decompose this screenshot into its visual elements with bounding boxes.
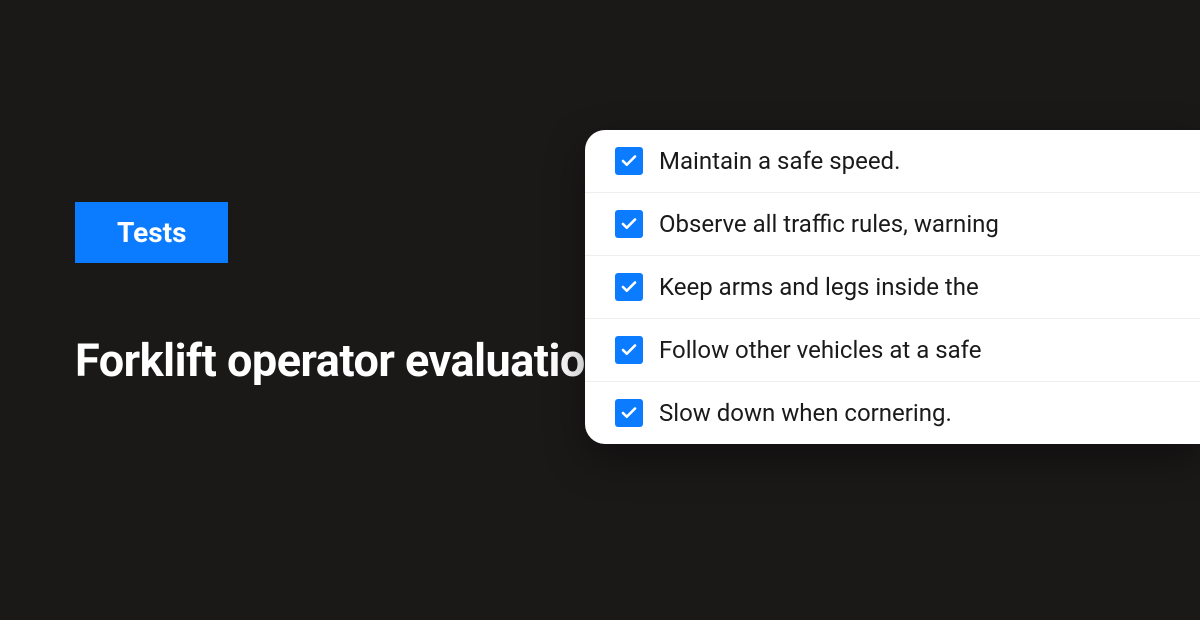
checklist-card: Maintain a safe speed. Observe all traff… [585, 130, 1200, 444]
checkbox[interactable] [615, 273, 643, 301]
checkbox[interactable] [615, 336, 643, 364]
checkbox[interactable] [615, 210, 643, 238]
check-icon [620, 404, 638, 422]
checkbox[interactable] [615, 399, 643, 427]
checklist-item[interactable]: Slow down when cornering. [585, 382, 1200, 444]
check-icon [620, 341, 638, 359]
badge-label: Tests [117, 216, 186, 249]
check-icon [620, 152, 638, 170]
item-label: Observe all traffic rules, warning [659, 210, 999, 238]
item-label: Slow down when cornering. [659, 399, 952, 427]
checklist-item[interactable]: Observe all traffic rules, warning [585, 193, 1200, 256]
category-badge: Tests [75, 202, 228, 263]
item-label: Follow other vehicles at a safe [659, 336, 981, 364]
checklist-item[interactable]: Maintain a safe speed. [585, 130, 1200, 193]
check-icon [620, 278, 638, 296]
checklist-item[interactable]: Follow other vehicles at a safe [585, 319, 1200, 382]
checklist-item[interactable]: Keep arms and legs inside the [585, 256, 1200, 319]
checkbox[interactable] [615, 147, 643, 175]
item-label: Maintain a safe speed. [659, 147, 900, 175]
main-container: Tests Forklift operator evaluation form … [0, 0, 1200, 620]
item-label: Keep arms and legs inside the [659, 273, 979, 301]
check-icon [620, 215, 638, 233]
